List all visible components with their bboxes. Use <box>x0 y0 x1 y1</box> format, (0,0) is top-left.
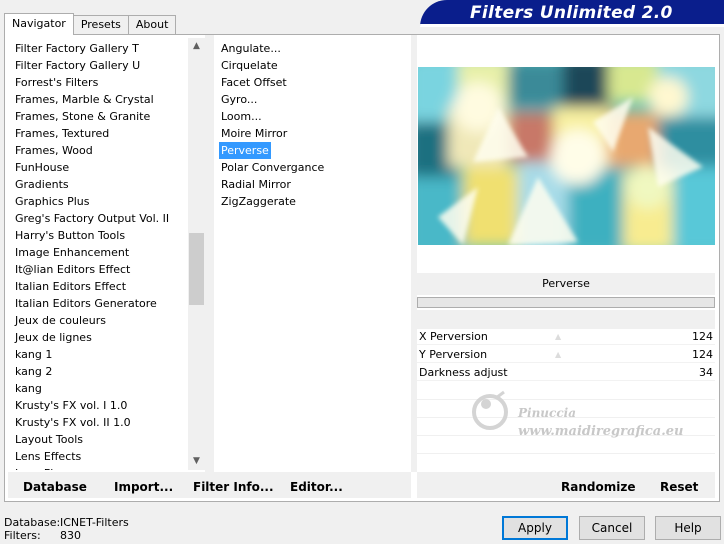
filter-item-label: ZigZaggerate <box>221 195 296 208</box>
cancel-button[interactable]: Cancel <box>579 516 645 540</box>
filter-item-label: Radial Mirror <box>221 178 291 191</box>
param-row-y-perversion[interactable]: Y Perversion ▲ 124 <box>417 346 715 363</box>
reset-button[interactable]: Reset <box>660 472 698 498</box>
category-item[interactable]: Layout Tools <box>8 431 188 448</box>
app-title: Filters Unlimited 2.0 <box>470 3 673 23</box>
param-label: Y Perversion <box>419 348 488 361</box>
divider <box>205 35 214 472</box>
category-item[interactable]: Graphics Plus <box>8 193 188 210</box>
param-row-darkness-adjust[interactable]: Darkness adjust 34 <box>417 364 715 381</box>
filter-item[interactable]: Perverse <box>214 142 410 159</box>
filter-item[interactable]: Radial Mirror <box>214 176 410 193</box>
help-button[interactable]: Help <box>655 516 721 540</box>
category-item[interactable]: It@lian Editors Effect <box>8 261 188 278</box>
category-item[interactable]: Frames, Stone & Granite <box>8 108 188 125</box>
watermark-url: www.maidiregrafica.eu <box>518 424 684 439</box>
category-list[interactable]: Filter Factory Gallery T Filter Factory G… <box>8 38 188 470</box>
filter-item-label: Moire Mirror <box>221 127 288 140</box>
param-value: 124 <box>692 348 713 361</box>
category-scrollbar[interactable]: ▲ ▼ <box>188 38 205 470</box>
import-button[interactable]: Import... <box>114 472 173 498</box>
filter-item-label: Cirquelate <box>221 59 278 72</box>
watermark-name: Pinuccia <box>518 406 576 420</box>
status-filters: Filters: 830 <box>4 529 81 542</box>
category-item[interactable]: Krusty's FX vol. I 1.0 <box>8 397 188 414</box>
category-item[interactable]: Image Enhancement <box>8 244 188 261</box>
parameter-toolbar: Randomize Reset <box>417 472 715 498</box>
category-item[interactable]: Jeux de lignes <box>8 329 188 346</box>
slider-thumb-icon[interactable]: ▲ <box>555 333 569 341</box>
category-item[interactable]: Frames, Wood <box>8 142 188 159</box>
status-value: ICNET-Filters <box>60 516 129 529</box>
filter-item[interactable]: Cirquelate <box>214 57 410 74</box>
filter-info-button[interactable]: Filter Info... <box>193 472 274 498</box>
status-label: Database: <box>4 516 61 529</box>
slider-thumb-icon[interactable]: ▲ <box>555 351 569 359</box>
randomize-button[interactable]: Randomize <box>561 472 635 498</box>
filter-item[interactable]: ZigZaggerate <box>214 193 410 210</box>
status-database: Database:ICNET-Filters <box>4 516 129 529</box>
filter-item-label: Facet Offset <box>221 76 287 89</box>
filter-item-label: Perverse <box>219 142 271 159</box>
category-item[interactable]: Forrest's Filters <box>8 74 188 91</box>
divider <box>411 35 417 472</box>
category-item[interactable]: Frames, Textured <box>8 125 188 142</box>
category-item[interactable]: Frames, Marble & Crystal <box>8 91 188 108</box>
preview-image <box>418 67 715 245</box>
selected-filter-name: Perverse <box>417 273 715 295</box>
chevron-down-icon[interactable]: ▼ <box>188 453 205 470</box>
filter-item[interactable]: Moire Mirror <box>214 125 410 142</box>
status-value: 830 <box>60 529 81 542</box>
param-row-empty <box>417 453 715 454</box>
category-item[interactable]: Harry's Button Tools <box>8 227 188 244</box>
category-item[interactable]: Lens Flares <box>8 465 188 470</box>
category-item[interactable]: Gradients <box>8 176 188 193</box>
tab-navigator[interactable]: Navigator <box>4 13 74 35</box>
category-item[interactable]: Italian Editors Generatore <box>8 295 188 312</box>
filter-list[interactable]: Angulate... Cirquelate Facet Offset Gyro...… <box>214 38 410 470</box>
category-item[interactable]: Filter Factory Gallery T <box>8 40 188 57</box>
editor-button[interactable]: Editor... <box>290 472 343 498</box>
tab-presets[interactable]: Presets <box>72 15 129 35</box>
tab-bar: Navigator Presets About <box>4 13 177 35</box>
app-banner: Filters Unlimited 2.0 <box>420 0 724 27</box>
watermark-logo-icon <box>472 390 508 430</box>
category-item[interactable]: kang <box>8 380 188 397</box>
category-item[interactable]: Lens Effects <box>8 448 188 465</box>
tab-about[interactable]: About <box>127 15 177 35</box>
chevron-up-icon[interactable]: ▲ <box>188 38 205 55</box>
status-label: Filters: <box>4 529 41 542</box>
category-item[interactable]: Greg's Factory Output Vol. II <box>8 210 188 227</box>
category-item[interactable]: FunHouse <box>8 159 188 176</box>
param-value: 124 <box>692 330 713 343</box>
navigator-toolbar: Database Import... Filter Info... Editor… <box>8 472 411 498</box>
category-item[interactable]: Filter Factory Gallery U <box>8 57 188 74</box>
database-button[interactable]: Database <box>23 472 87 498</box>
param-label: Darkness adjust <box>419 366 508 379</box>
category-item[interactable]: Krusty's FX vol. II 1.0 <box>8 414 188 431</box>
filter-item-label: Loom... <box>221 110 262 123</box>
param-value: 34 <box>699 366 713 379</box>
filter-item[interactable]: Polar Convergance <box>214 159 410 176</box>
scrollbar-thumb[interactable] <box>189 233 204 305</box>
filter-item[interactable]: Loom... <box>214 108 410 125</box>
filter-item[interactable]: Gyro... <box>214 91 410 108</box>
filter-item-label: Polar Convergance <box>221 161 325 174</box>
filter-item-label: Angulate... <box>221 42 281 55</box>
category-item[interactable]: Jeux de couleurs <box>8 312 188 329</box>
param-row-x-perversion[interactable]: X Perversion ▲ 124 <box>417 328 715 345</box>
filter-item[interactable]: Angulate... <box>214 40 410 57</box>
category-item[interactable]: Italian Editors Effect <box>8 278 188 295</box>
apply-button[interactable]: Apply <box>502 516 568 540</box>
filter-item-label: Gyro... <box>221 93 258 106</box>
param-spacer <box>417 310 715 329</box>
category-item[interactable]: kang 2 <box>8 363 188 380</box>
param-label: X Perversion <box>419 330 488 343</box>
filter-item[interactable]: Facet Offset <box>214 74 410 91</box>
watermark: Pinuccia www.maidiregrafica.eu <box>468 388 698 448</box>
category-item[interactable]: kang 1 <box>8 346 188 363</box>
progress-bar <box>417 297 715 308</box>
